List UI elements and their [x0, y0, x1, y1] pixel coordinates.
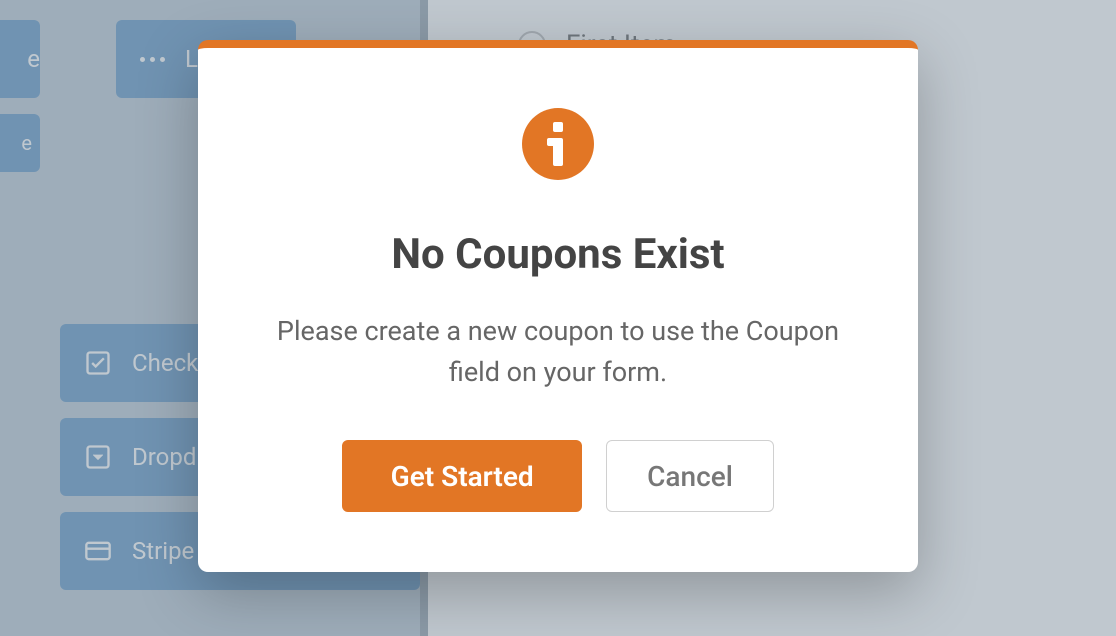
- modal-button-row: Get Started Cancel: [258, 440, 858, 512]
- get-started-button[interactable]: Get Started: [342, 440, 582, 512]
- no-coupons-modal: No Coupons Exist Please create a new cou…: [198, 40, 918, 572]
- cancel-button[interactable]: Cancel: [606, 440, 774, 512]
- modal-overlay: No Coupons Exist Please create a new cou…: [0, 0, 1116, 636]
- info-icon: [522, 108, 594, 180]
- modal-message: Please create a new coupon to use the Co…: [258, 311, 858, 392]
- modal-title: No Coupons Exist: [258, 230, 858, 279]
